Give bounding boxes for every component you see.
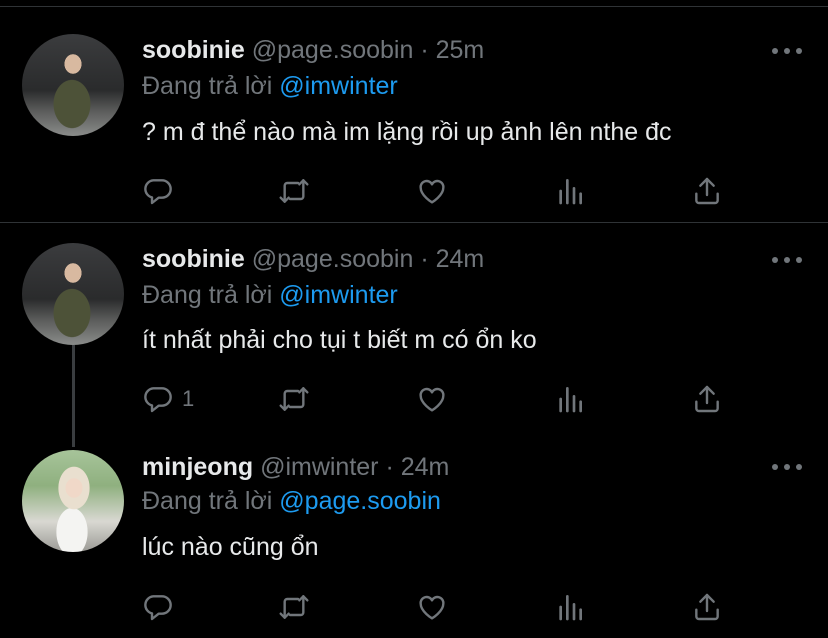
share-icon [695,177,719,205]
retweet-icon [279,387,309,411]
tweet-text: ? m đ thể nào mà im lặng rồi up ảnh lên … [142,118,672,146]
more-icon[interactable] [772,46,802,56]
separator: · [420,36,429,64]
timestamp[interactable]: 25m [436,36,485,64]
timestamp[interactable]: 24m [401,453,450,481]
avatar[interactable] [22,450,124,552]
more-icon[interactable] [772,255,802,265]
share-button[interactable] [691,591,723,623]
tweet-3[interactable]: minjeong @imwinter · 24m Đang trả lời @p… [0,436,828,638]
reply-button[interactable] [142,175,182,207]
share-button[interactable] [691,175,723,207]
heart-icon [419,387,445,412]
retweet-button[interactable] [278,175,310,207]
like-button[interactable] [416,175,448,207]
reply-count: 1 [182,386,195,411]
like-button[interactable] [416,383,448,415]
views-button[interactable] [554,175,586,207]
like-button[interactable] [416,591,448,623]
reply-icon [144,595,172,621]
mention-link[interactable]: @imwinter [279,72,397,100]
retweet-icon [279,595,309,619]
retweet-button[interactable] [278,591,310,623]
share-button[interactable] [691,383,723,415]
views-icon [559,387,582,413]
tweet-header: soobinie @page.soobin · 25m [142,36,484,65]
username[interactable]: @page.soobin [252,36,414,64]
timestamp[interactable]: 24m [436,245,485,273]
display-name[interactable]: minjeong [142,453,253,481]
display-name[interactable]: soobinie [142,245,245,273]
username[interactable]: @page.soobin [252,245,414,273]
share-icon [695,593,719,621]
reply-button[interactable] [142,591,182,623]
reply-icon [144,179,172,205]
views-button[interactable] [554,383,586,415]
reply-prefix: Đang trả lời [142,281,273,309]
share-icon [695,385,719,413]
username[interactable]: @imwinter [260,453,378,481]
tweet-header: soobinie @page.soobin · 24m [142,245,484,274]
avatar[interactable] [22,243,124,345]
views-button[interactable] [554,591,586,623]
tweet-2[interactable]: soobinie @page.soobin · 24m Đang trả lời… [0,223,828,436]
more-icon[interactable] [772,462,802,472]
reply-prefix: Đang trả lời [142,72,273,100]
mention-link[interactable]: @page.soobin [279,487,441,515]
views-icon [559,595,582,621]
tweet-1[interactable]: soobinie @page.soobin · 25m Đang trả lời… [0,0,828,222]
heart-icon [419,595,445,620]
mention-link[interactable]: @imwinter [279,281,397,309]
tweet-text: ít nhất phải cho tụi t biết m có ổn ko [142,326,537,354]
thread-connector [72,345,75,447]
reply-context: Đang trả lời @imwinter [142,281,398,310]
reply-context: Đang trả lời @imwinter [142,72,398,101]
tweet-text: lúc nào cũng ổn [142,533,319,561]
reply-context: Đang trả lời @page.soobin [142,487,441,516]
separator: · [385,453,394,481]
reply-prefix: Đang trả lời [142,487,273,515]
tweet-header: minjeong @imwinter · 24m [142,453,449,482]
display-name[interactable]: soobinie [142,36,245,64]
reply-button[interactable]: 1 [142,383,194,415]
reply-icon [144,387,172,413]
separator: · [420,245,429,273]
heart-icon [419,179,445,204]
retweet-icon [279,179,309,203]
views-icon [559,179,582,205]
retweet-button[interactable] [278,383,310,415]
avatar[interactable] [22,34,124,136]
